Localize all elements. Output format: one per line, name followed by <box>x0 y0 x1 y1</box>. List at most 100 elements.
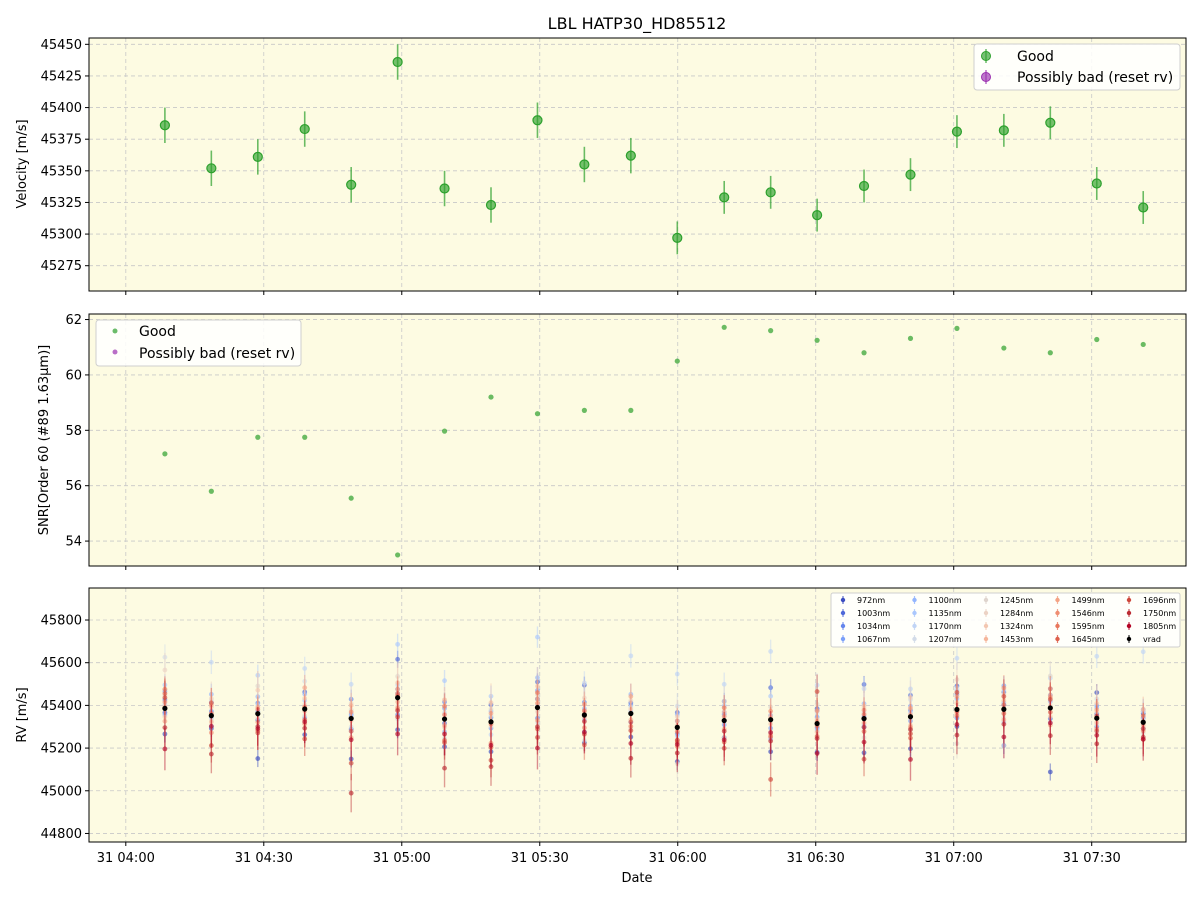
y-tick-label: 45800 <box>41 614 82 629</box>
snr-point <box>162 451 168 457</box>
velocity-legend: Good Possibly bad (reset rv) <box>973 43 1181 91</box>
velocity-point <box>951 126 963 137</box>
rv-legend-label: 1003nm <box>857 609 890 618</box>
snr-point <box>1094 336 1100 343</box>
band-rv-point <box>908 756 913 762</box>
vrad-point <box>255 711 261 717</box>
band-rv-point <box>208 659 214 665</box>
vrad-point <box>581 712 587 718</box>
velocity-point <box>672 232 683 243</box>
band-rv-point <box>442 703 447 709</box>
band-rv-point <box>768 777 774 782</box>
vrad-point <box>302 706 308 712</box>
snr-point <box>1001 345 1007 351</box>
band-rv-point <box>302 685 308 691</box>
velocity-panel: 45275 45300 45325 45350 45375 45400 45425 45450… <box>15 37 1187 295</box>
rv-legend: 972nm 1003nm 1034nm 1067nm 1100nm 1135nm 1170n… <box>830 592 1181 648</box>
band-rv-point <box>395 641 401 647</box>
band-rv-point <box>1047 769 1053 775</box>
band-rv-point <box>768 648 774 654</box>
band-rv-point <box>814 689 820 694</box>
vrad-point <box>674 724 680 730</box>
rv-legend-marker-dot <box>840 610 846 616</box>
rv-legend-marker-dot <box>1055 636 1060 642</box>
figure: LBL HATP30_HD85512 452754530045325453504… <box>15 14 1187 886</box>
legend-good-marker <box>112 328 118 334</box>
snr-point <box>861 350 867 356</box>
rv-legend-label: 1135nm <box>929 609 962 618</box>
vrad-point <box>768 717 774 723</box>
rv-legend-marker-dot <box>912 610 917 616</box>
band-rv-point <box>395 731 401 737</box>
rv-legend-label: 1245nm <box>1000 596 1033 605</box>
x-tick-label: 31 04:00 <box>97 851 155 866</box>
velocity-point <box>439 183 450 194</box>
velocity-point <box>1138 202 1149 213</box>
rv-legend-marker-dot <box>840 597 846 603</box>
velocity-point <box>532 115 543 126</box>
snr-panel: 54 56 58 60 62 SNR[Order 60 (#89 1.63μm)] Go… <box>37 313 1187 570</box>
band-rv-point <box>255 756 261 761</box>
y-tick-label: 54 <box>65 535 82 550</box>
rv-legend-marker-dot <box>1055 623 1060 629</box>
legend-bad-label: Possibly bad (reset rv) <box>1017 70 1173 86</box>
y-tick-label: 45325 <box>41 196 82 211</box>
snr-axis-label: SNR[Order 60 (#89 1.63μm)] <box>37 345 52 536</box>
x-tick-label: 31 07:00 <box>925 851 983 866</box>
x-tick-label: 31 05:00 <box>373 851 431 866</box>
y-tick-label: 62 <box>65 313 82 328</box>
rv-legend-marker-dot <box>1055 597 1060 603</box>
rv-legend-marker-dot <box>840 636 846 642</box>
vrad-point <box>162 705 168 711</box>
band-rv-point <box>162 695 168 701</box>
band-rv-point <box>721 705 727 711</box>
band-rv-point <box>348 760 354 766</box>
legend-good-label: Good <box>139 324 176 340</box>
rv-legend-label: 1595nm <box>1072 622 1105 631</box>
rv-legend-label: 1645nm <box>1072 635 1105 644</box>
vrad-point <box>954 706 960 713</box>
rv-legend-label: 1170nm <box>929 622 962 631</box>
x-tick-label: 31 05:30 <box>511 851 569 866</box>
band-rv-point <box>1047 697 1053 702</box>
band-rv-point <box>1001 694 1007 699</box>
band-rv-point <box>208 723 214 729</box>
rv-axis-label: RV [m/s] <box>15 687 30 742</box>
velocity-point <box>905 169 916 180</box>
band-rv-point <box>954 655 960 661</box>
snr-point <box>255 434 261 440</box>
rv-legend-label: 1067nm <box>857 635 890 644</box>
legend-good-label: Good <box>1017 49 1054 65</box>
snr-point <box>1047 350 1053 356</box>
y-tick-label: 60 <box>65 368 82 383</box>
rv-legend-marker-dot <box>912 623 917 629</box>
rv-legend-label: 972nm <box>857 596 885 605</box>
y-tick-label: 45300 <box>41 228 82 243</box>
band-rv-point <box>628 694 634 699</box>
y-tick-label: 45400 <box>41 699 82 714</box>
snr-legend: Good Possibly bad (reset rv) <box>95 319 302 367</box>
band-rv-point <box>768 730 774 735</box>
band-rv-point <box>395 708 401 713</box>
band-rv-point <box>442 731 447 737</box>
band-rv-point <box>535 690 540 695</box>
rv-panel: 44800 45000 45200 45400 45600 45800 31 04:00 3… <box>15 587 1187 886</box>
rv-legend-marker-dot <box>1126 610 1132 616</box>
snr-point <box>581 407 587 413</box>
band-rv-point <box>814 708 820 714</box>
rv-legend-label: 1805nm <box>1143 622 1176 631</box>
velocity-point <box>346 179 357 190</box>
velocity-point <box>765 187 776 198</box>
velocity-point <box>252 151 263 163</box>
velocity-point <box>625 150 636 161</box>
rv-legend-label: 1034nm <box>857 622 890 631</box>
band-rv-point <box>861 739 867 745</box>
snr-point <box>628 407 634 413</box>
velocity-point <box>299 123 310 135</box>
band-rv-point <box>954 689 960 695</box>
vrad-point <box>534 704 541 711</box>
vrad-point <box>861 716 867 722</box>
velocity-point <box>1045 117 1056 128</box>
snr-point <box>208 488 214 494</box>
rv-legend-marker-dot <box>1126 597 1132 603</box>
